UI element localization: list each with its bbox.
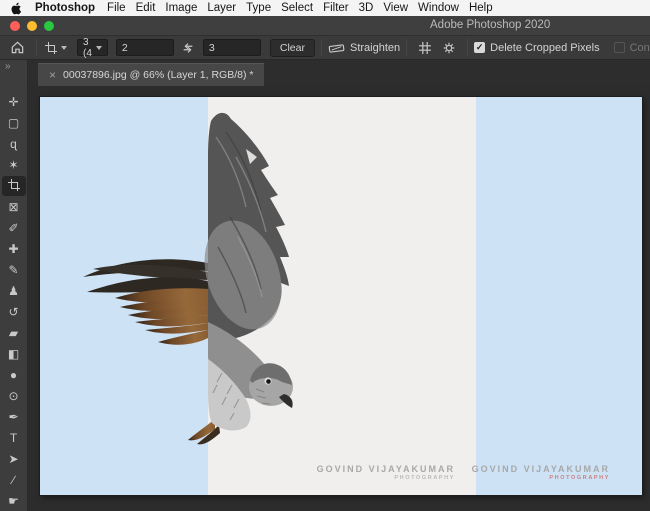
watermark-sub: PHOTOGRAPHY (394, 474, 455, 481)
menu-view[interactable]: View (383, 2, 408, 14)
workspace: » ✛▢ɋ✶⊠✐✚✎♟↺▰◧●⊙✒T➤∕☛○⋯ × 00037896.jpg @… (0, 60, 650, 511)
clear-button[interactable]: Clear (269, 38, 315, 57)
line-tool[interactable]: ∕ (0, 470, 28, 490)
menu-layer[interactable]: Layer (207, 2, 236, 14)
crop-tool-icon (45, 41, 57, 54)
hand-tool-icon: ☛ (8, 494, 19, 508)
eyedropper-tool[interactable]: ✐ (0, 218, 28, 238)
blur-tool[interactable]: ● (0, 365, 28, 385)
clone-stamp-tool-icon: ♟ (8, 284, 19, 298)
menu-photoshop[interactable]: Photoshop (35, 2, 95, 14)
frame-tool-icon: ⊠ (8, 200, 19, 214)
eyedropper-tool-icon: ✐ (8, 221, 19, 235)
history-brush-tool[interactable]: ↺ (0, 302, 28, 322)
menu-type[interactable]: Type (246, 2, 271, 14)
spot-healing-brush-tool-icon: ✚ (8, 242, 19, 256)
magic-wand-tool-icon: ✶ (8, 158, 19, 172)
content-aware-checkbox: Content-Aware (613, 41, 650, 54)
path-selection-tool-icon: ➤ (8, 452, 19, 466)
gradient-tool[interactable]: ◧ (0, 344, 28, 364)
rectangular-marquee-tool[interactable]: ▢ (0, 113, 28, 133)
close-tab-icon[interactable]: × (49, 69, 56, 81)
bird-photo (83, 112, 293, 445)
hand-tool[interactable]: ☛ (0, 491, 28, 511)
straighten-icon (328, 43, 345, 53)
move-tool-icon: ✛ (8, 95, 19, 109)
canvas-area: GOVIND VIJAYAKUMAR PHOTOGRAPHY GOVIND VI… (28, 86, 650, 511)
crop-height-input[interactable] (202, 39, 261, 56)
crop-tool-preset[interactable] (45, 41, 67, 54)
close-window-button[interactable] (10, 21, 20, 31)
clone-stamp-tool[interactable]: ♟ (0, 281, 28, 301)
watermark-name: GOVIND VIJAYAKUMAR (316, 464, 455, 475)
line-tool-icon: ∕ (12, 473, 15, 487)
magic-wand-tool[interactable]: ✶ (0, 155, 28, 175)
menu-help[interactable]: Help (469, 2, 493, 14)
frame-tool[interactable]: ⊠ (0, 197, 28, 217)
blur-tool-icon: ● (9, 368, 18, 382)
straighten-label: Straighten (349, 41, 401, 54)
straighten-button[interactable]: Straighten (328, 42, 400, 54)
menu-select[interactable]: Select (281, 2, 313, 14)
pen-tool-icon: ✒ (8, 410, 19, 424)
watermark: GOVIND VIJAYAKUMAR PHOTOGRAPHY (316, 464, 455, 481)
chevron-down-icon (61, 45, 67, 50)
menu-file[interactable]: File (107, 2, 126, 14)
document-tab-title: 00037896.jpg @ 66% (Layer 1, RGB/8) * (63, 69, 254, 81)
gradient-tool-icon: ◧ (7, 347, 20, 361)
menu-edit[interactable]: Edit (136, 2, 156, 14)
move-tool[interactable]: ✛ (0, 92, 28, 112)
watermark: GOVIND VIJAYAKUMAR PHOTOGRAPHY (471, 464, 610, 481)
chevron-down-icon (95, 45, 102, 50)
canvas[interactable]: GOVIND VIJAYAKUMAR PHOTOGRAPHY GOVIND VI… (40, 97, 642, 495)
document-tab[interactable]: × 00037896.jpg @ 66% (Layer 1, RGB/8) * (38, 63, 265, 86)
tools-panel: » ✛▢ɋ✶⊠✐✚✎♟↺▰◧●⊙✒T➤∕☛○⋯ (0, 60, 28, 511)
options-bar: 2 : 3 (4 : 6) Clear Straighten ✓ Delete … (0, 15, 650, 81)
brush-tool-icon: ✎ (8, 263, 19, 277)
apple-logo-icon[interactable] (10, 2, 23, 15)
checkbox-checked-icon: ✓ (474, 42, 486, 53)
dodge-tool-icon: ⊙ (8, 389, 19, 403)
collapse-tools-icon[interactable]: » (0, 60, 11, 74)
zoom-window-button[interactable] (44, 21, 54, 31)
menu-3d[interactable]: 3D (359, 2, 374, 14)
minimize-window-button[interactable] (27, 21, 37, 31)
content-aware-label: Content-Aware (629, 41, 650, 54)
delete-cropped-pixels-label: Delete Cropped Pixels (490, 41, 600, 54)
crop-tool[interactable] (1, 176, 26, 196)
crop-tool-icon (7, 179, 20, 193)
eraser-tool-icon: ▰ (8, 326, 19, 340)
window-controls (10, 21, 54, 31)
pen-tool[interactable]: ✒ (0, 407, 28, 427)
window-title: Adobe Photoshop 2020 (430, 19, 551, 31)
type-tool-icon: T (9, 431, 18, 445)
document-tab-bar: × 00037896.jpg @ 66% (Layer 1, RGB/8) * (28, 60, 650, 86)
window-title-bar: Adobe Photoshop 2020 (0, 16, 650, 36)
type-tool[interactable]: T (0, 428, 28, 448)
brush-tool[interactable]: ✎ (0, 260, 28, 280)
eraser-tool[interactable]: ▰ (0, 323, 28, 343)
dodge-tool[interactable]: ⊙ (0, 386, 28, 406)
watermark-name: GOVIND VIJAYAKUMAR (471, 464, 610, 475)
menu-window[interactable]: Window (418, 2, 459, 14)
menu-bar: Photoshop File Edit Image Layer Type Select Fil… (0, 0, 650, 16)
home-icon[interactable] (4, 40, 30, 55)
lasso-tool[interactable]: ɋ (0, 134, 28, 154)
spot-healing-brush-tool[interactable]: ✚ (0, 239, 28, 259)
path-selection-tool[interactable]: ➤ (0, 449, 28, 469)
history-brush-tool-icon: ↺ (8, 305, 19, 319)
overlay-grid-icon[interactable] (418, 41, 432, 55)
checkbox-unchecked-icon (613, 42, 625, 53)
delete-cropped-pixels-checkbox[interactable]: ✓ Delete Cropped Pixels (474, 41, 600, 54)
watermark-sub: PHOTOGRAPHY (549, 474, 610, 481)
crop-width-input[interactable] (115, 39, 174, 56)
swap-dimensions-icon[interactable] (181, 41, 195, 55)
crop-settings-gear-icon[interactable] (442, 41, 456, 55)
aspect-ratio-select[interactable]: 2 : 3 (4 : 6) (77, 15, 108, 81)
rectangular-marquee-tool-icon: ▢ (7, 116, 20, 130)
menu-filter[interactable]: Filter (323, 2, 349, 14)
lasso-tool-icon: ɋ (10, 137, 17, 151)
menu-image[interactable]: Image (165, 2, 197, 14)
